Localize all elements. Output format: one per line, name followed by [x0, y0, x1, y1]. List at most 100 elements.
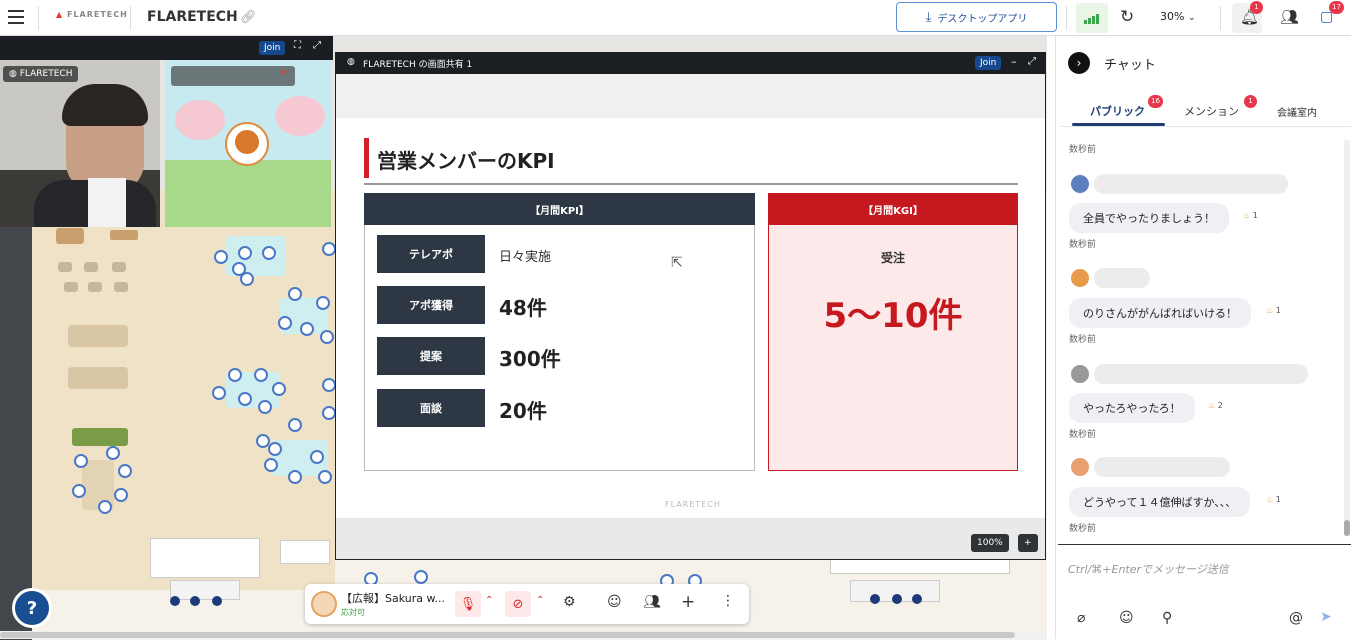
chat-toggle-button[interactable]: ▢ 17 — [1318, 1, 1344, 30]
message-timestamp: 数秒前 — [1069, 145, 1097, 155]
active-tab-indicator — [1072, 123, 1165, 126]
share-join-button[interactable]: Join — [975, 56, 1002, 70]
tab-public[interactable]: パブリック — [1090, 103, 1145, 119]
avatar[interactable] — [1071, 365, 1089, 383]
settings-icon[interactable]: ⚙ — [563, 594, 576, 610]
kpi-value: 300件 — [499, 347, 561, 371]
message-timestamp: 数秒前 — [1069, 430, 1097, 440]
map-table — [68, 325, 128, 347]
chat-scrollbar[interactable] — [1344, 140, 1350, 536]
user-status: 応対可 — [341, 608, 365, 617]
map-scrollbar[interactable] — [0, 631, 1047, 639]
attach-icon[interactable]: ⌀ — [1077, 610, 1085, 626]
tab-meeting-room[interactable]: 会議室内 — [1277, 104, 1317, 119]
top-bar: ▲ FLARETECH FLARETECH 🔗︎ ⤓ デスクトップアプリ ↻ 3… — [0, 0, 1351, 36]
chevron-up-icon[interactable]: ⌃ — [485, 595, 493, 606]
sender-name — [1094, 268, 1150, 288]
camera-off-icon[interactable]: ⊘ — [505, 591, 531, 617]
kpi-value: 48件 — [499, 296, 547, 320]
mic-off-icon[interactable]: 🎙︎ — [455, 591, 481, 617]
zoom-select[interactable]: 30% ⌄ — [1160, 10, 1196, 23]
menu-icon[interactable] — [8, 10, 24, 24]
desktop-app-button[interactable]: ⤓ デスクトップアプリ — [896, 2, 1057, 32]
message-timestamp: 数秒前 — [1069, 335, 1097, 345]
notification-badge: 1 — [1250, 1, 1263, 14]
share-title: FLARETECH の画面共有 1 — [363, 60, 473, 70]
emoji-icon[interactable]: ☺ — [607, 594, 622, 610]
emoji-icon[interactable]: ☺ — [1119, 610, 1134, 626]
kpi-value: 日々実施 — [499, 250, 552, 265]
chat-input[interactable]: Ctrl/⌘+Enterでメッセージ送信 — [1068, 561, 1229, 577]
video-tile-label: ◍ FLARETECH — [3, 66, 79, 82]
logo-icon: ◍ — [9, 69, 17, 79]
reaction[interactable]: ♨ 1 — [1266, 495, 1281, 504]
share-zoom-in-button[interactable]: + — [1018, 534, 1038, 552]
tabs-divider — [1060, 126, 1351, 127]
workspace-name: FLARETECH — [147, 9, 238, 25]
chat-message: どうやって１４億伸ばすか、、、 — [1069, 487, 1251, 517]
kpi-label: 提案 — [377, 337, 485, 375]
kpi-label: 面談 — [377, 389, 485, 427]
chat-message: やったろやったろ！ — [1069, 393, 1195, 423]
refresh-icon[interactable]: ↻ — [1120, 7, 1134, 27]
mic-off-icon: ✕ — [279, 68, 288, 79]
users-icon[interactable]: 👥︎ — [1280, 8, 1299, 26]
fire-icon: ♨ — [1243, 211, 1251, 220]
map-wall — [0, 190, 32, 640]
help-button[interactable]: ? — [12, 588, 52, 628]
video-strip-bar: Join ⛶ ⤢ — [0, 36, 333, 60]
avatar[interactable] — [1071, 175, 1089, 193]
video-tile[interactable]: ◍ FLARETECH — [0, 60, 160, 227]
chevron-right-icon[interactable]: › — [1068, 52, 1090, 74]
kpi-label: テレアポ — [377, 235, 485, 273]
bottom-toolbar: 【広報】Sakura w... 応対可 🎙︎ ⌃ ⊘ ⌃ ⚙ ☺ 👥︎ + ⋮ — [305, 584, 749, 624]
expand-icon[interactable]: ⤢ — [313, 40, 321, 51]
sender-name — [1094, 174, 1288, 194]
chevron-up-icon[interactable]: ⌃ — [536, 595, 544, 606]
pin-icon[interactable]: ⚲ — [1162, 610, 1172, 626]
group-icon[interactable]: 👥︎ — [643, 594, 661, 610]
share-zoom-level[interactable]: 100% — [971, 534, 1009, 552]
chat-message: 全員でやったりましょう！ — [1069, 203, 1229, 233]
reaction-count: 1 — [1275, 495, 1281, 504]
message-timestamp: 数秒前 — [1069, 240, 1097, 250]
expand-icon[interactable]: ⤢ — [1028, 56, 1036, 67]
minimize-icon[interactable]: – — [1011, 55, 1017, 68]
video-tile[interactable]: ✕ — [165, 60, 331, 227]
map-planter — [72, 428, 128, 446]
chat-message: のりさんががんばればいける！ — [1069, 298, 1251, 328]
video-tile-label — [171, 66, 295, 86]
link-icon[interactable]: 🔗︎ — [240, 10, 257, 25]
kgi-label: 受注 — [880, 251, 905, 265]
notifications-button[interactable]: 🔔︎ 1 — [1232, 1, 1263, 33]
tab-label: メンション — [1184, 105, 1239, 118]
app-logo: ▲ FLARETECH — [56, 10, 128, 19]
signal-icon[interactable] — [1076, 3, 1108, 33]
desktop-app-label: デスクトップアプリ — [937, 13, 1028, 25]
join-button[interactable]: Join — [259, 41, 286, 55]
message-timestamp: 数秒前 — [1069, 524, 1097, 534]
mention-icon[interactable]: @ — [1289, 610, 1303, 626]
chevron-down-icon: ⌄ — [1187, 13, 1196, 23]
more-icon[interactable]: ⋮ — [721, 593, 735, 609]
reaction[interactable]: ♨ 1 — [1243, 211, 1258, 220]
kgi-header: 【月間KGI】 — [768, 193, 1018, 225]
tab-mention[interactable]: メンション — [1184, 103, 1239, 119]
user-name: 【広報】Sakura w... — [341, 592, 445, 605]
divider — [130, 6, 131, 30]
avatar[interactable] — [1071, 269, 1089, 287]
cursor-icon: ⇱ — [671, 255, 683, 271]
focus-icon[interactable]: ⛶ — [294, 40, 301, 51]
app-logo-text: FLARETECH — [66, 10, 128, 19]
reaction[interactable]: ♨ 2 — [1208, 401, 1223, 410]
kgi-value: 5〜10件 — [823, 296, 963, 336]
help-icon: ? — [26, 597, 38, 619]
screen-share-header: ◍ FLARETECH の画面共有 1 Join – ⤢ — [335, 52, 1046, 74]
avatar[interactable] — [311, 591, 337, 617]
send-icon[interactable]: ➤ — [1320, 609, 1332, 625]
plus-icon[interactable]: + — [681, 592, 695, 612]
reaction-count: 2 — [1217, 401, 1223, 410]
reaction[interactable]: ♨ 1 — [1266, 306, 1281, 315]
avatar — [225, 122, 269, 166]
avatar[interactable] — [1071, 458, 1089, 476]
